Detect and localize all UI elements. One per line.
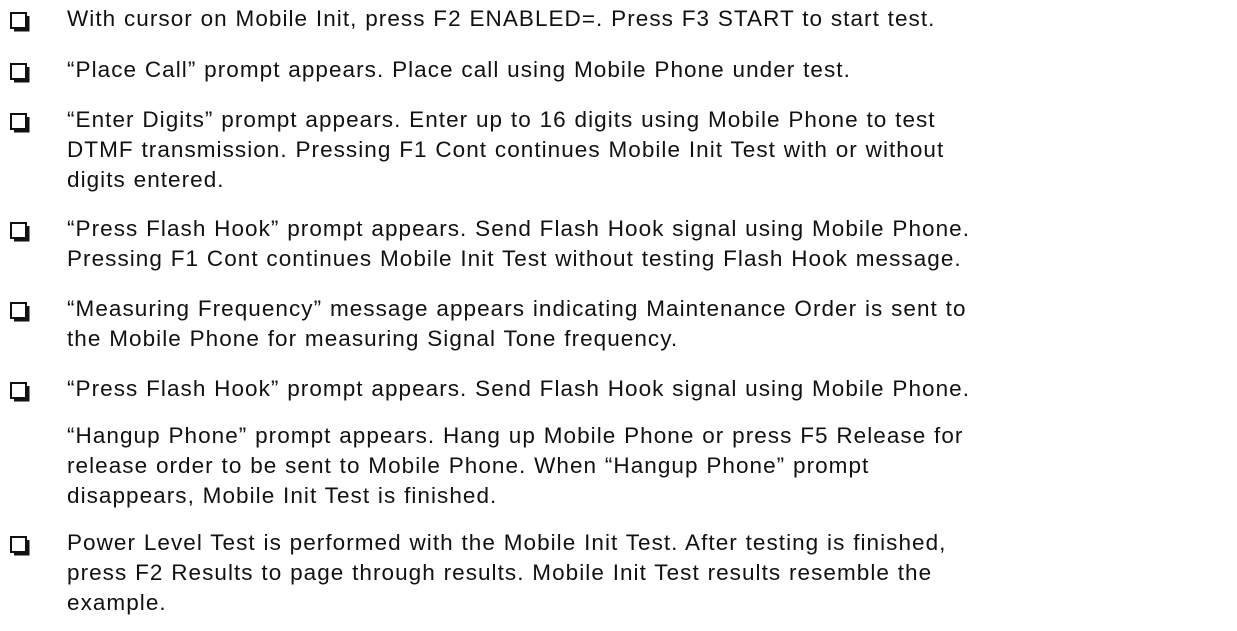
checklist-item-text: “Press Flash Hook” prompt appears. Send … <box>67 376 971 401</box>
checkbox-icon[interactable] <box>10 382 30 402</box>
checklist-item-text: Power Level Test is performed with the M… <box>67 530 947 615</box>
checklist-item-text: “Measuring Frequency” message appears in… <box>67 296 967 351</box>
checklist-item-text: “Place Call” prompt appears. Place call … <box>67 57 851 82</box>
checkbox-icon[interactable] <box>10 536 30 556</box>
checkbox-icon[interactable] <box>10 113 30 133</box>
checklist-item-text: “Enter Digits” prompt appears. Enter up … <box>67 107 945 192</box>
checkbox-icon[interactable] <box>10 302 30 322</box>
checkbox-icon[interactable] <box>10 12 30 32</box>
checklist-item-text: “Hangup Phone” prompt appears. Hang up M… <box>67 423 964 508</box>
checkbox-icon[interactable] <box>10 222 30 242</box>
checklist-item-text: With cursor on Mobile Init, press F2 ENA… <box>67 6 936 31</box>
checkbox-icon[interactable] <box>10 63 30 83</box>
checklist-item-text: “Press Flash Hook” prompt appears. Send … <box>67 216 971 271</box>
